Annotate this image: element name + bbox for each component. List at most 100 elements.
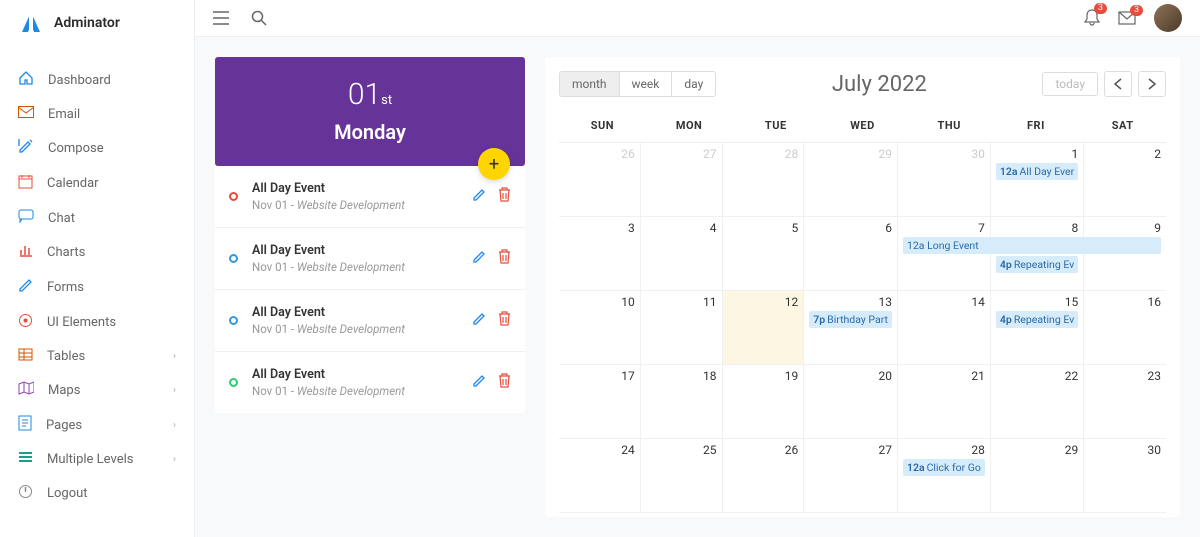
calendar-cell[interactable]: 19 (723, 365, 805, 439)
calendar-body: 2627282930112aAll Day Ever23456712a Long… (559, 143, 1166, 513)
search-icon[interactable] (251, 10, 267, 26)
day-number: 5 (728, 221, 799, 235)
sidebar-item-calendar[interactable]: Calendar (0, 166, 194, 201)
calendar-cell[interactable]: 9 (1084, 217, 1166, 291)
edit-icon[interactable] (472, 187, 486, 206)
calendar-cell[interactable]: 26 (723, 439, 805, 513)
calendar-event[interactable]: 12a Long Event (903, 237, 991, 254)
delete-icon[interactable] (498, 311, 511, 330)
today-button[interactable]: today (1042, 72, 1098, 96)
delete-icon[interactable] (498, 373, 511, 392)
sidebar-item-multiple-levels[interactable]: Multiple Levels› (0, 443, 194, 476)
sidebar: Adminator DashboardEmailComposeCalendarC… (0, 0, 195, 537)
calendar-cell[interactable]: 4 (641, 217, 723, 291)
edit-icon[interactable] (472, 249, 486, 268)
logo[interactable]: Adminator (0, 0, 194, 48)
hero-date: 01st (225, 77, 515, 112)
calendar-cell[interactable]: 26 (559, 143, 641, 217)
menu-toggle-icon[interactable] (213, 11, 229, 25)
sidebar-item-email[interactable]: Email (0, 98, 194, 130)
calendar-cell[interactable]: 14 (898, 291, 991, 365)
sidebar-item-forms[interactable]: Forms (0, 270, 194, 305)
sidebar-item-label: Forms (47, 280, 176, 295)
calendar-cell[interactable]: 12 (723, 291, 805, 365)
calendar-cell[interactable]: 24 (559, 439, 641, 513)
calendar-icon (18, 174, 33, 193)
day-number: 7 (903, 221, 985, 235)
day-number: 17 (564, 369, 635, 383)
calendar-cell[interactable]: 154pRepeating Ev (991, 291, 1084, 365)
delete-icon[interactable] (498, 187, 511, 206)
calendar-cell[interactable]: 18 (641, 365, 723, 439)
view-day-button[interactable]: day (672, 72, 715, 96)
calendar-cell[interactable]: 137pBirthday Part (804, 291, 898, 365)
sidebar-item-tables[interactable]: Tables› (0, 340, 194, 373)
bell-icon[interactable]: 3 (1084, 9, 1100, 27)
calendar-cell[interactable]: 21 (898, 365, 991, 439)
avatar[interactable] (1154, 4, 1182, 32)
day-number: 26 (564, 147, 635, 161)
prev-button[interactable] (1104, 71, 1132, 97)
view-week-button[interactable]: week (620, 72, 673, 96)
calendar-cell[interactable]: 23 (1084, 365, 1166, 439)
event-item: All Day EventNov 01 - Website Developmen… (215, 228, 525, 290)
sidebar-item-charts[interactable]: Charts (0, 235, 194, 270)
calendar-event[interactable]: 4pRepeating Ev (996, 311, 1078, 328)
sidebar-item-maps[interactable]: Maps› (0, 373, 194, 407)
calendar-cell[interactable]: 29 (804, 143, 898, 217)
sidebar-item-pages[interactable]: Pages› (0, 407, 194, 443)
event-item: All Day EventNov 01 - Website Developmen… (215, 290, 525, 352)
chart-icon (18, 243, 33, 262)
dow-label: SUN (559, 109, 646, 142)
calendar-cell[interactable]: 25 (641, 439, 723, 513)
day-number: 24 (564, 443, 635, 457)
sidebar-item-compose[interactable]: Compose (0, 130, 194, 166)
calendar-cell[interactable]: 11 (641, 291, 723, 365)
calendar-cell[interactable]: 2812aClick for Go (898, 439, 991, 513)
status-dot (229, 254, 238, 263)
calendar-cell[interactable]: 30 (1084, 439, 1166, 513)
calendar-cell[interactable]: 27 (641, 143, 723, 217)
calendar-cell[interactable]: 27 (804, 439, 898, 513)
calendar-event[interactable]: 7pBirthday Part (809, 311, 892, 328)
calendar-cell[interactable]: 2 (1084, 143, 1166, 217)
sidebar-item-logout[interactable]: Logout (0, 476, 194, 511)
event-item: All Day EventNov 01 - Website Developmen… (215, 166, 525, 228)
calendar-cell[interactable]: 22 (991, 365, 1084, 439)
sidebar-item-chat[interactable]: Chat (0, 201, 194, 235)
calendar-cell[interactable]: 3 (559, 217, 641, 291)
calendar-cell[interactable]: 16 (1084, 291, 1166, 365)
day-number: 10 (564, 295, 635, 309)
calendar-cell[interactable]: 112aAll Day Ever (991, 143, 1084, 217)
calendar-cell[interactable]: 5 (723, 217, 805, 291)
calendar-event[interactable]: 12aClick for Go (903, 459, 985, 476)
add-event-button[interactable]: + (478, 148, 510, 180)
calendar-event[interactable]: 4pRepeating Ev (996, 256, 1078, 273)
dow-label: THU (906, 109, 993, 142)
home-icon (18, 70, 34, 90)
calendar-cell[interactable]: 28 (723, 143, 805, 217)
sidebar-item-dashboard[interactable]: Dashboard (0, 62, 194, 98)
calendar-cell[interactable]: 20 (804, 365, 898, 439)
sidebar-item-label: Tables (47, 349, 159, 364)
calendar-cell[interactable]: 30 (898, 143, 991, 217)
calendar-cell[interactable]: 8 4pRepeating Ev (991, 217, 1084, 291)
edit-icon[interactable] (472, 311, 486, 330)
dow-label: WED (819, 109, 906, 142)
calendar-cell[interactable]: 17 (559, 365, 641, 439)
calendar-cell[interactable]: 7 12a Long Event (898, 217, 991, 291)
calendar-event[interactable] (990, 237, 1084, 254)
view-month-button[interactable]: month (560, 72, 620, 96)
next-button[interactable] (1138, 71, 1166, 97)
mail-icon (18, 106, 34, 122)
mail-icon[interactable]: 3 (1118, 11, 1136, 25)
calendar-event[interactable]: 12aAll Day Ever (996, 163, 1078, 180)
calendar-cell[interactable]: 29 (991, 439, 1084, 513)
calendar-event[interactable] (1083, 237, 1161, 254)
calendar-cell[interactable]: 10 (559, 291, 641, 365)
edit-icon[interactable] (472, 373, 486, 392)
event-title: All Day Event (252, 305, 472, 320)
calendar-cell[interactable]: 6 (804, 217, 898, 291)
delete-icon[interactable] (498, 249, 511, 268)
sidebar-item-ui-elements[interactable]: UI Elements (0, 305, 194, 340)
